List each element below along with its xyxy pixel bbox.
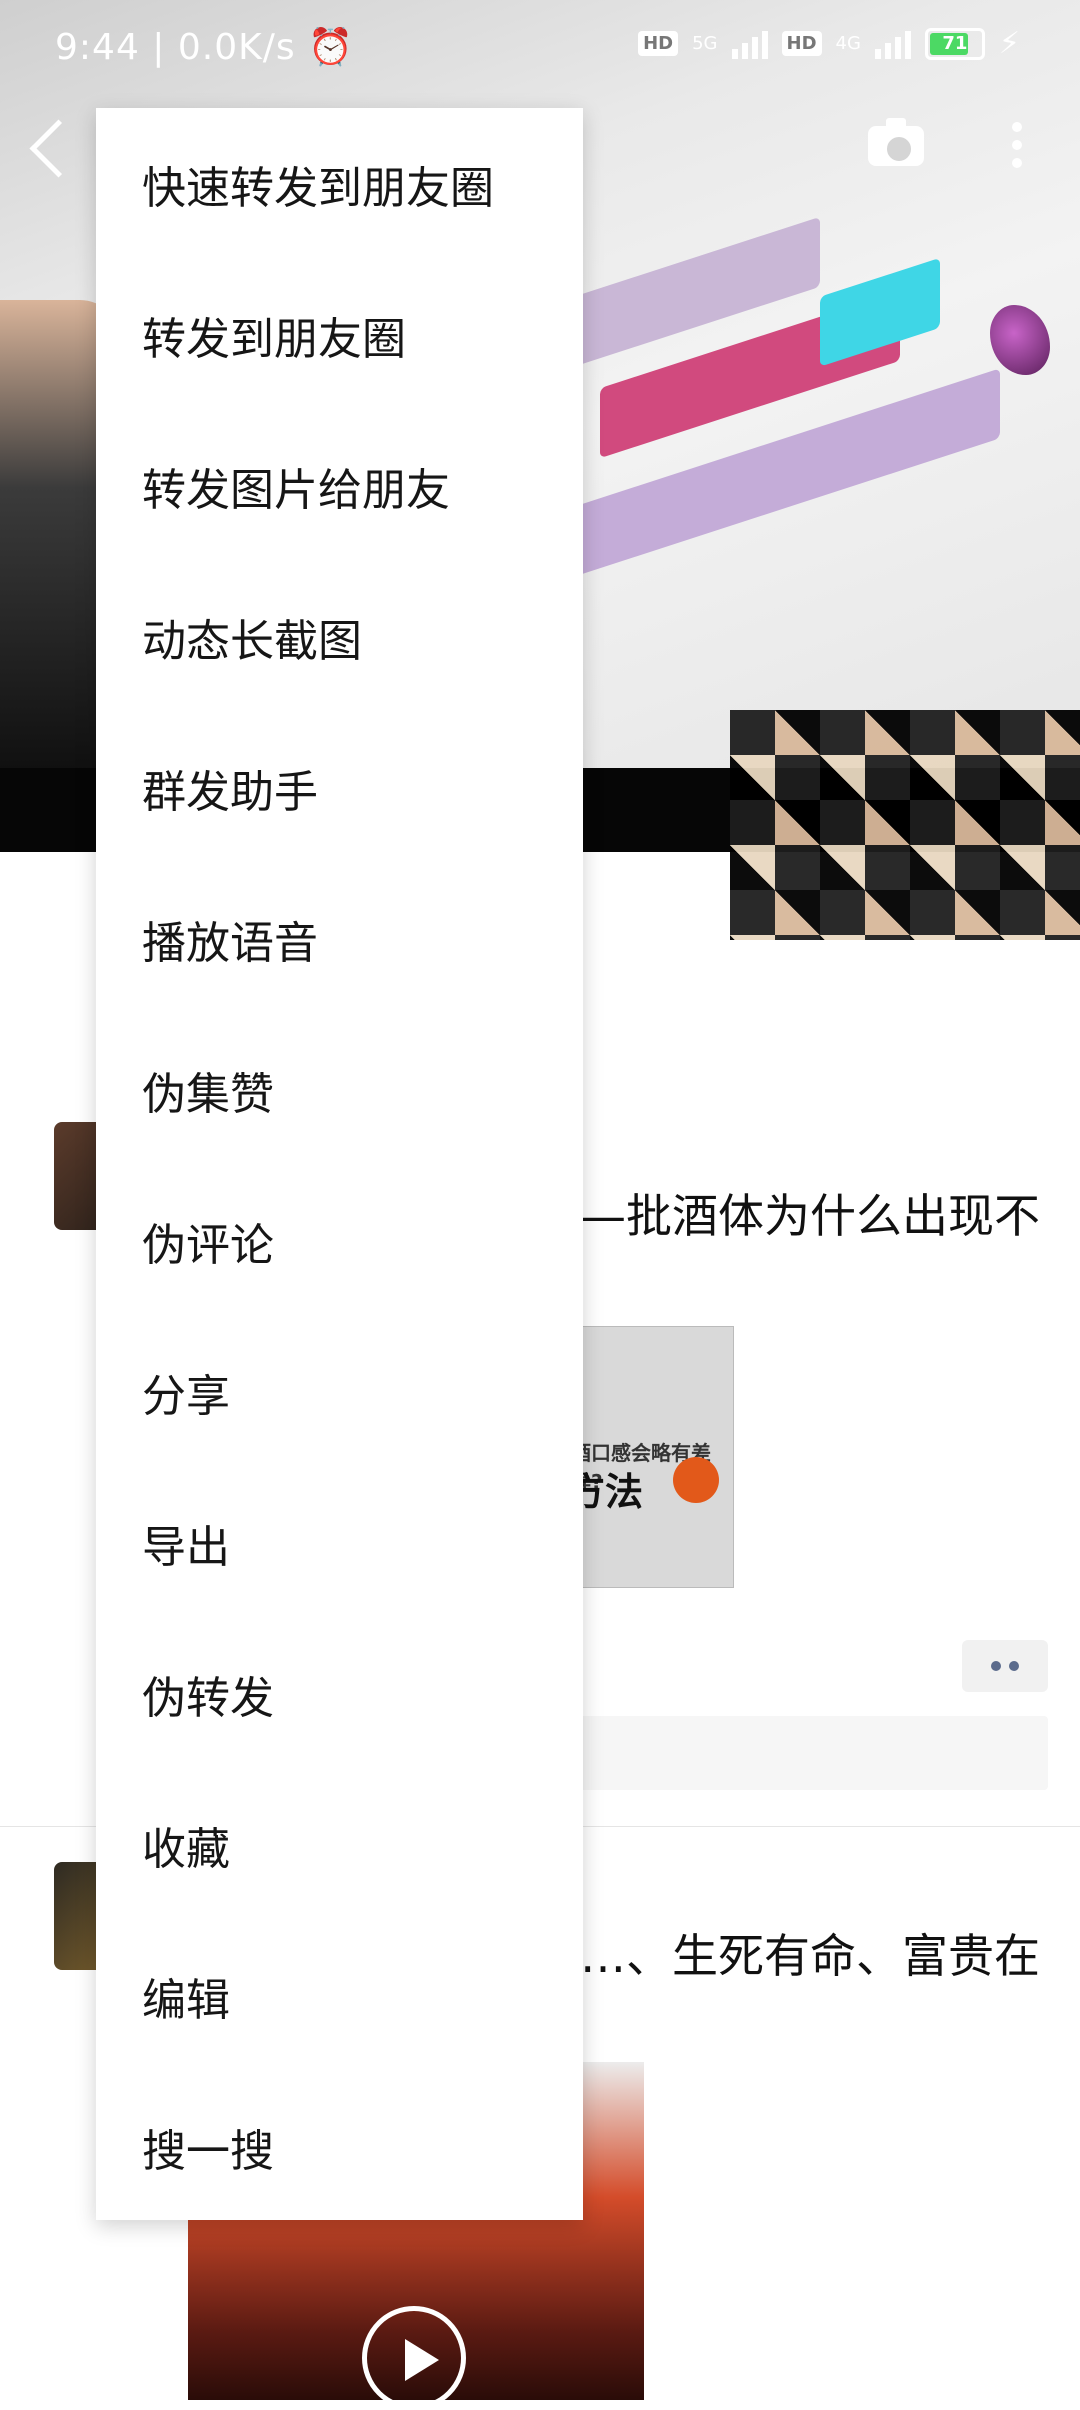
- cover-neon-title: [560, 99, 1060, 641]
- hd-badge-2: HD: [781, 31, 822, 56]
- menu-item-share[interactable]: 分享: [96, 1316, 583, 1467]
- more-icon[interactable]: [1010, 122, 1024, 170]
- mosaic-pattern: [730, 710, 1080, 940]
- menu-item-broadcast-assistant[interactable]: 群发助手: [96, 712, 583, 863]
- menu-item-play-voice[interactable]: 播放语音: [96, 863, 583, 1014]
- post-text: …、生死有命、富贵在: [580, 1929, 1040, 1983]
- menu-item-favorite[interactable]: 收藏: [96, 1769, 583, 1920]
- menu-item-edit[interactable]: 编辑: [96, 1920, 583, 2071]
- menu-item-fake-comments[interactable]: 伪评论: [96, 1165, 583, 1316]
- play-icon[interactable]: [362, 2306, 466, 2410]
- status-right-icons: HD 5G HD 4G 71 ⚡: [638, 26, 1020, 61]
- menu-item-forward-images-friend[interactable]: 转发图片给朋友: [96, 410, 583, 561]
- hd-badge: HD: [638, 31, 679, 56]
- battery-icon: 71: [924, 27, 985, 60]
- comment-more-button[interactable]: [962, 1640, 1048, 1692]
- network-4g-label: 4G: [835, 33, 861, 54]
- network-5g-label: 5G: [692, 33, 718, 54]
- context-menu: 快速转发到朋友圈 转发到朋友圈 转发图片给朋友 动态长截图 群发助手 播放语音 …: [96, 108, 583, 2220]
- menu-item-export[interactable]: 导出: [96, 1467, 583, 1618]
- menu-item-fake-likes[interactable]: 伪集赞: [96, 1014, 583, 1165]
- camera-icon[interactable]: [868, 118, 924, 166]
- post-image[interactable]: 酒口感会略有差异? 方法: [560, 1326, 734, 1588]
- comment-area: [560, 1716, 1048, 1790]
- charging-icon: ⚡: [998, 26, 1020, 61]
- signal-icon: [731, 29, 768, 59]
- post-text: —批酒体为什么出现不: [580, 1189, 1040, 1243]
- status-time: 9:44 | 0.0K/s ⏰: [55, 27, 354, 68]
- status-bar: 9:44 | 0.0K/s ⏰ HD 5G HD 4G 71 ⚡: [0, 0, 1080, 96]
- menu-item-long-screenshot[interactable]: 动态长截图: [96, 561, 583, 712]
- menu-item-forward-moments[interactable]: 转发到朋友圈: [96, 259, 583, 410]
- signal-icon-2: [874, 29, 911, 59]
- menu-item-quick-forward-moments[interactable]: 快速转发到朋友圈: [96, 108, 583, 259]
- menu-item-search[interactable]: 搜一搜: [96, 2071, 583, 2222]
- menu-item-fake-forward[interactable]: 伪转发: [96, 1618, 583, 1769]
